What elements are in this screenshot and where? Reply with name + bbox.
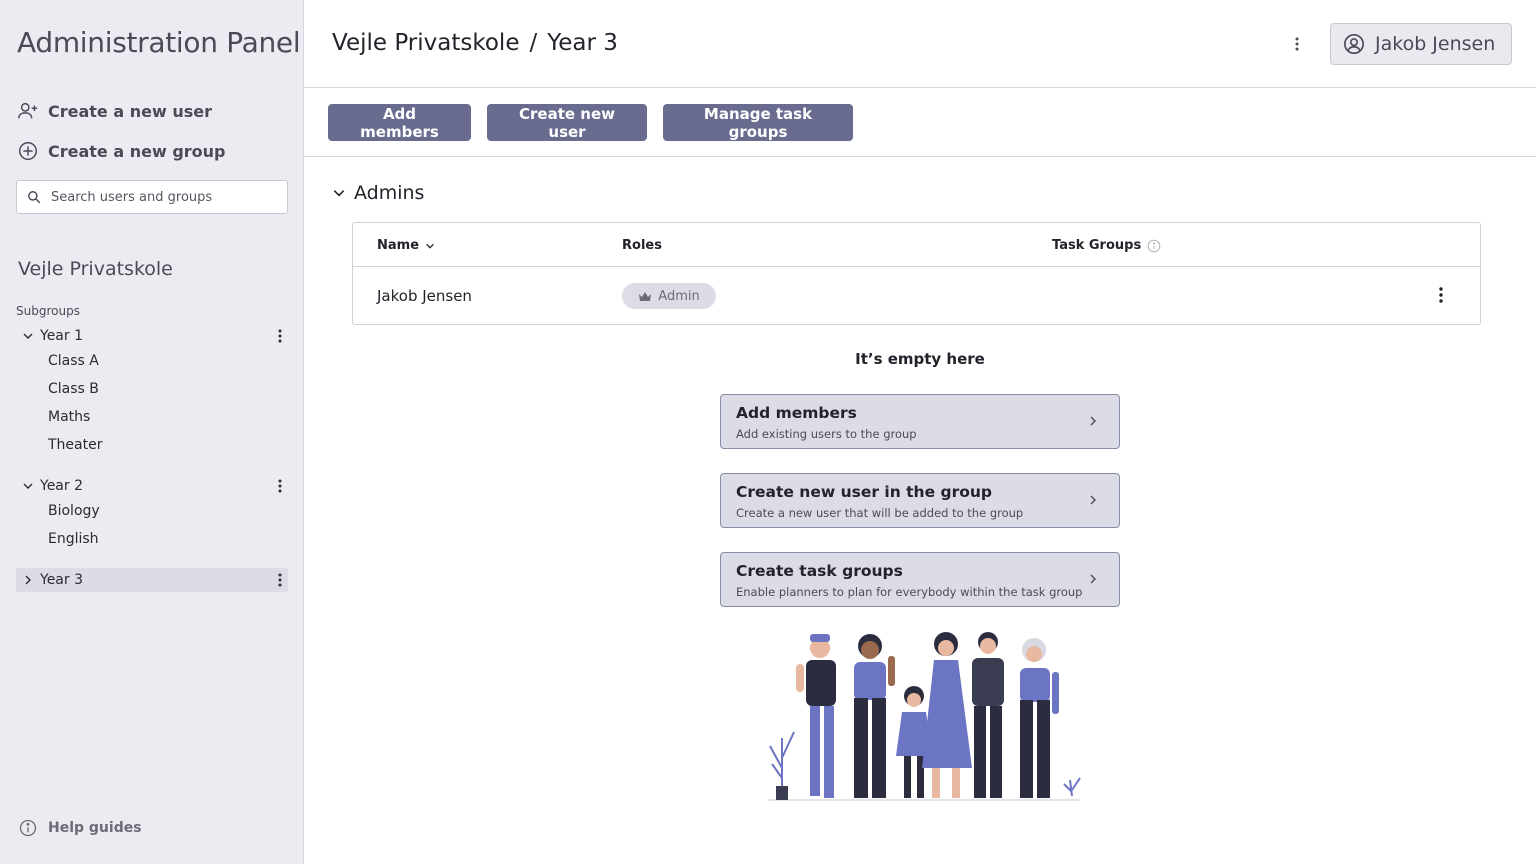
column-roles-header: Roles — [622, 238, 662, 253]
tree-item-year-1[interactable]: Year 1 — [16, 324, 288, 348]
member-name: Jakob Jensen — [377, 287, 472, 305]
crown-icon — [639, 291, 652, 301]
more-options-icon[interactable] — [1295, 36, 1299, 55]
tree-child-maths[interactable]: Maths — [48, 409, 90, 425]
add-members-card[interactable]: Add members Add existing users to the gr… — [720, 394, 1120, 449]
chevron-down-icon[interactable] — [16, 330, 40, 342]
chevron-right-icon — [1090, 416, 1096, 426]
org-name[interactable]: Vejle Privatskole — [18, 258, 173, 280]
card-title: Create new user in the group — [736, 483, 992, 501]
plus-circle-icon — [19, 142, 37, 160]
user-avatar-icon — [1344, 34, 1364, 54]
add-members-button[interactable]: Add members — [328, 104, 471, 141]
admins-section-toggle[interactable]: Admins — [332, 182, 424, 204]
column-task-groups-header: Task Groups — [1052, 238, 1161, 253]
breadcrumb: Vejle Privatskole / Year 3 — [332, 30, 618, 56]
tree-item-label: Year 2 — [40, 478, 83, 494]
table-header: Name Roles Task Groups — [353, 223, 1480, 267]
search-input[interactable] — [51, 189, 271, 205]
column-label: Task Groups — [1052, 238, 1142, 253]
create-user-in-group-card[interactable]: Create new user in the group Create a ne… — [720, 473, 1120, 528]
tree-child-class-a[interactable]: Class A — [48, 353, 99, 369]
card-title: Create task groups — [736, 562, 903, 580]
user-menu-button[interactable]: Jakob Jensen — [1330, 23, 1512, 65]
admins-table: Name Roles Task Groups Jakob Jensen Admi… — [352, 222, 1481, 325]
user-name: Jakob Jensen — [1375, 33, 1496, 55]
chevron-down-icon[interactable] — [16, 480, 40, 492]
info-icon — [19, 819, 37, 837]
breadcrumb-separator: / — [529, 30, 538, 56]
tree-child-biology[interactable]: Biology — [48, 503, 100, 519]
more-options-icon[interactable] — [278, 329, 282, 347]
role-label: Admin — [658, 288, 700, 304]
tree-child-english[interactable]: English — [48, 531, 99, 547]
help-guides-label: Help guides — [48, 820, 142, 836]
card-subtitle: Enable planners to plan for everybody wi… — [736, 585, 1083, 599]
more-options-icon[interactable] — [278, 479, 282, 497]
toolbar: Add members Create new user Manage task … — [304, 88, 1536, 157]
chevron-right-icon — [1090, 574, 1096, 584]
app-title: Administration Panel — [17, 26, 301, 59]
row-more-options-icon[interactable] — [1439, 287, 1443, 307]
tree-child-theater[interactable]: Theater — [48, 437, 102, 453]
create-task-groups-card[interactable]: Create task groups Enable planners to pl… — [720, 552, 1120, 607]
sidebar: Administration Panel Create a new user C… — [0, 0, 304, 864]
breadcrumb-org[interactable]: Vejle Privatskole — [332, 30, 519, 56]
main-content: Vejle Privatskole / Year 3 Jakob Jensen … — [304, 0, 1536, 864]
create-group-link[interactable]: Create a new group — [17, 140, 226, 162]
search-box — [16, 180, 288, 214]
create-user-link[interactable]: Create a new user — [17, 100, 212, 122]
tree-child-class-b[interactable]: Class B — [48, 381, 99, 397]
table-row[interactable]: Jakob Jensen Admin — [353, 267, 1480, 324]
subgroups-label: Subgroups — [16, 304, 80, 318]
breadcrumb-group: Year 3 — [547, 30, 618, 56]
page-header: Vejle Privatskole / Year 3 Jakob Jensen — [304, 0, 1536, 88]
tree-item-label: Year 3 — [40, 572, 83, 588]
search-icon — [28, 191, 41, 204]
tree-item-year-2[interactable]: Year 2 — [16, 474, 288, 498]
card-title: Add members — [736, 404, 857, 422]
tree-item-label: Year 1 — [40, 328, 83, 344]
chevron-right-icon[interactable] — [16, 574, 40, 586]
column-name-header[interactable]: Name — [377, 238, 435, 253]
people-group-illustration — [768, 632, 1081, 801]
chevron-right-icon — [1090, 495, 1096, 505]
manage-task-groups-button[interactable]: Manage task groups — [663, 104, 853, 141]
create-group-label: Create a new group — [48, 141, 226, 161]
help-guides-link[interactable]: Help guides — [18, 818, 142, 838]
section-title: Admins — [354, 182, 425, 204]
column-label: Name — [377, 238, 420, 253]
create-user-label: Create a new user — [48, 101, 212, 121]
role-badge: Admin — [622, 283, 716, 309]
chevron-down-icon — [333, 190, 345, 197]
card-subtitle: Create a new user that will be added to … — [736, 506, 1024, 520]
tree-item-year-3[interactable]: Year 3 — [16, 568, 288, 592]
create-new-user-button[interactable]: Create new user — [487, 104, 647, 141]
add-user-icon — [18, 102, 38, 119]
empty-state-title: It’s empty here — [855, 350, 985, 368]
more-options-icon[interactable] — [278, 573, 282, 591]
sort-chevron-icon — [426, 243, 434, 249]
info-icon[interactable] — [1147, 239, 1161, 253]
card-subtitle: Add existing users to the group — [736, 427, 917, 441]
